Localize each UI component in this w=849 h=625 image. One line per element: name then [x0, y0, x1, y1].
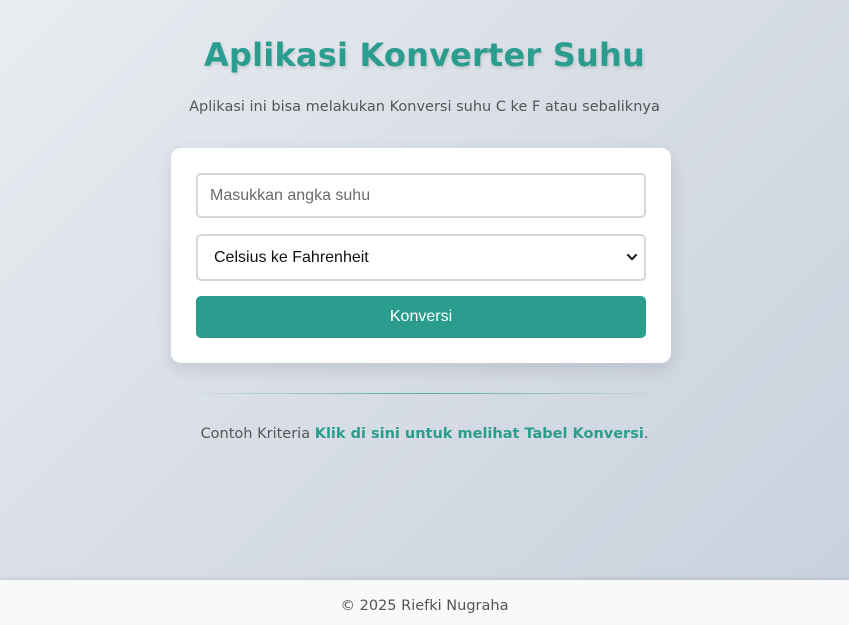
- page-description: Aplikasi ini bisa melakukan Konversi suh…: [189, 99, 660, 115]
- criteria-suffix: .: [643, 426, 649, 442]
- conversion-table-link[interactable]: Klik di sini untuk melihat Tabel Konvers…: [315, 426, 644, 442]
- conversion-select-value: Celsius ke Fahrenheit: [214, 249, 369, 266]
- convert-button[interactable]: Konversi: [196, 296, 646, 338]
- temperature-input[interactable]: [196, 173, 646, 218]
- conversion-select[interactable]: Celsius ke Fahrenheit: [196, 234, 646, 281]
- page-title: Aplikasi Konverter Suhu: [204, 36, 645, 74]
- criteria-line: Contoh Kriteria Klik di sini untuk melih…: [0, 426, 849, 442]
- criteria-prefix: Contoh Kriteria: [200, 426, 311, 442]
- divider: [180, 393, 670, 394]
- footer: © 2025 Riefki Nugraha: [0, 580, 849, 625]
- main-content: Aplikasi Konverter Suhu Aplikasi ini bis…: [0, 0, 849, 580]
- chevron-down-icon: [627, 254, 637, 261]
- converter-card: Celsius ke Fahrenheit Konversi: [171, 148, 671, 363]
- copyright-text: © 2025 Riefki Nugraha: [340, 598, 509, 614]
